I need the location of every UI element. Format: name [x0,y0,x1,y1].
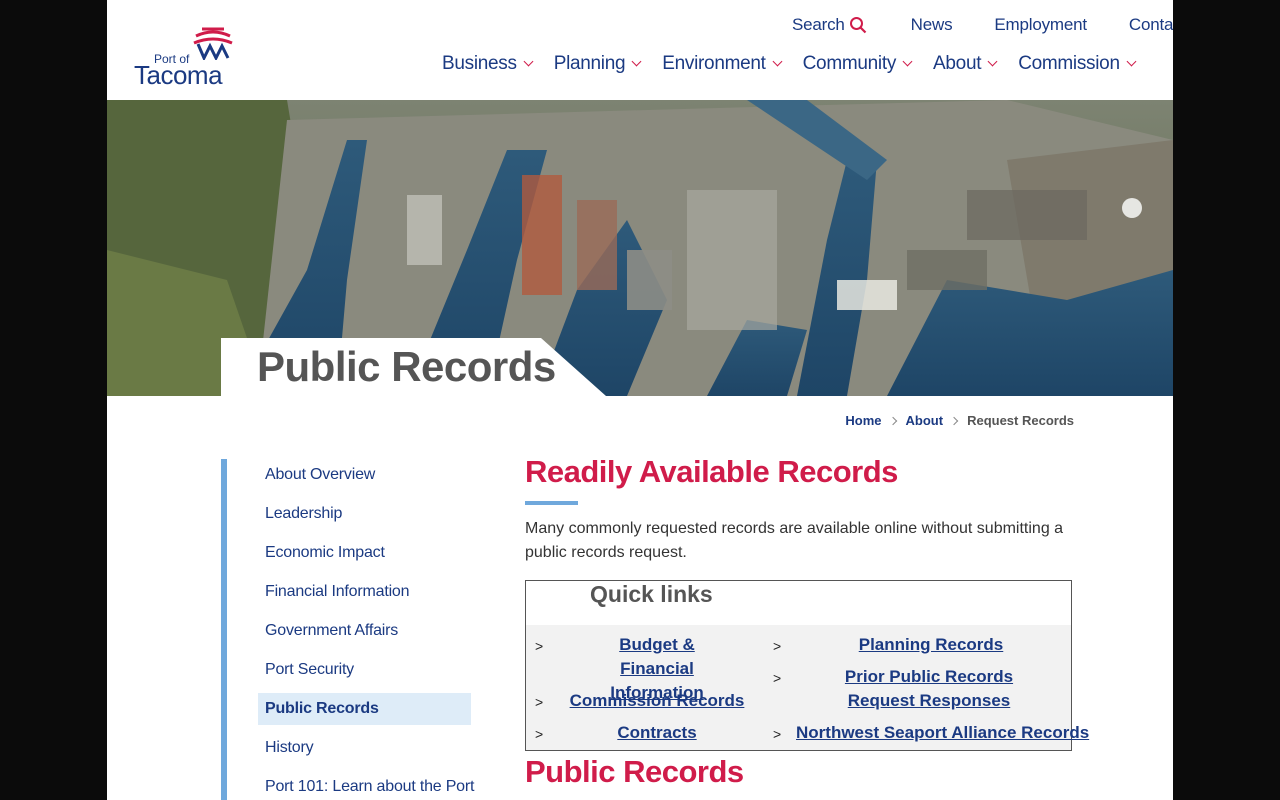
nav-environment[interactable]: Environment [662,53,783,75]
list-marker: > [773,638,782,654]
nav-label: Planning [553,53,626,74]
nav-label: Commission [1018,53,1120,74]
port-of-tacoma-logo[interactable]: Port of Tacoma [134,26,234,90]
nav-about[interactable]: About [933,53,998,75]
chevron-right-icon [949,416,959,425]
logo-mark-icon [193,27,233,60]
chevron-down-icon [987,56,998,67]
sidebar-item-history[interactable]: History [258,732,471,764]
nav-label: About [933,53,982,74]
chevron-down-icon [1126,56,1137,67]
quick-link-contracts[interactable]: Contracts [562,721,752,745]
nav-label: Community [802,53,897,74]
sidebar-item-leadership[interactable]: Leadership [258,498,471,530]
breadcrumb-home[interactable]: Home [845,413,881,428]
quick-link-planning-records[interactable]: Planning Records [796,633,1066,657]
quick-link-prior-requests[interactable]: Prior Public Records Request Responses [819,665,1039,713]
search-icon [849,17,866,34]
sidebar-item-port-101[interactable]: Port 101: Learn about the Port [258,771,474,800]
main-nav: Business Planning Environment Community … [442,52,1157,76]
nav-business[interactable]: Business [442,53,534,75]
list-marker: > [535,694,544,710]
sidebar-item-port-security[interactable]: Port Security [258,654,471,686]
sidebar-nav: About Overview Leadership Economic Impac… [221,459,474,800]
employment-link[interactable]: Employment [994,15,1087,35]
section-heading: Readily Available Records [525,454,898,489]
search-label: Search [792,15,845,34]
breadcrumb: Home About Request Records [845,413,1074,428]
list-marker: > [535,726,544,742]
sidebar-item-public-records[interactable]: Public Records [258,693,471,725]
sidebar-item-economic-impact[interactable]: Economic Impact [258,537,471,569]
search-link[interactable]: Search [792,15,867,35]
chevron-down-icon [902,56,913,67]
list-marker: > [773,726,782,742]
list-marker: > [773,670,782,686]
quick-links-title: Quick links [590,581,713,607]
page: Port of Tacoma Search News Employment Co… [107,0,1173,800]
list-marker: > [535,638,544,654]
logo-text-large: Tacoma [134,60,223,90]
nav-planning[interactable]: Planning [553,53,642,75]
sidebar-item-government-affairs[interactable]: Government Affairs [258,615,471,647]
quick-links-list: > Budget & Financial Information > Commi… [526,625,1089,750]
heading-underline [525,501,578,505]
utility-nav: Search News Employment Contact [792,15,1173,35]
section-heading-public-records: Public Records [525,754,744,789]
sidebar-item-about-overview[interactable]: About Overview [258,459,471,491]
page-title: Public Records [257,343,556,390]
breadcrumb-about[interactable]: About [906,413,944,428]
chevron-down-icon [631,56,642,67]
quick-link-nwsa-records[interactable]: Northwest Seaport Alliance Records [796,721,1089,745]
chevron-down-icon [772,56,783,67]
contact-link[interactable]: Contact [1129,15,1173,35]
quick-link-commission-records[interactable]: Commission Records [562,689,752,713]
breadcrumb-current: Request Records [967,413,1074,428]
nav-community[interactable]: Community [802,53,913,75]
chevron-down-icon [523,56,534,67]
intro-paragraph: Many commonly requested records are avai… [525,520,1064,561]
nav-label: Environment [662,53,766,74]
news-link[interactable]: News [911,15,953,35]
nav-label: Business [442,53,517,74]
chevron-right-icon [888,416,897,425]
sidebar-item-financial-information[interactable]: Financial Information [258,576,471,608]
nav-commission[interactable]: Commission [1018,53,1137,75]
quick-links-box: Quick links > Budget & Financial Informa… [525,580,1089,751]
